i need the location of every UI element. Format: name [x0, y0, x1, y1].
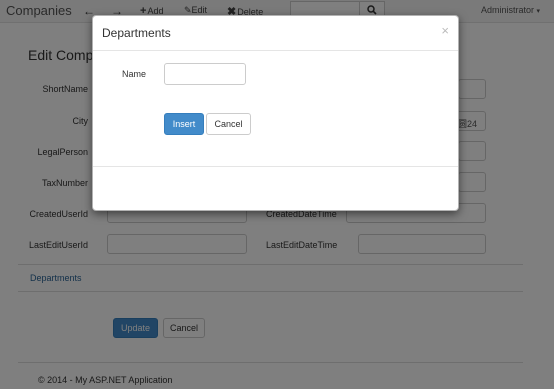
close-icon[interactable]: ×	[441, 23, 449, 38]
name-input[interactable]	[164, 63, 246, 85]
modal-cancel-button[interactable]: Cancel	[206, 113, 251, 135]
departments-modal: Departments × Name Insert Cancel	[92, 15, 459, 211]
insert-button[interactable]: Insert	[164, 113, 204, 135]
modal-header-divider	[93, 50, 458, 51]
modal-title: Departments	[102, 26, 171, 40]
modal-footer-divider	[93, 166, 458, 167]
name-label: Name	[122, 69, 147, 79]
